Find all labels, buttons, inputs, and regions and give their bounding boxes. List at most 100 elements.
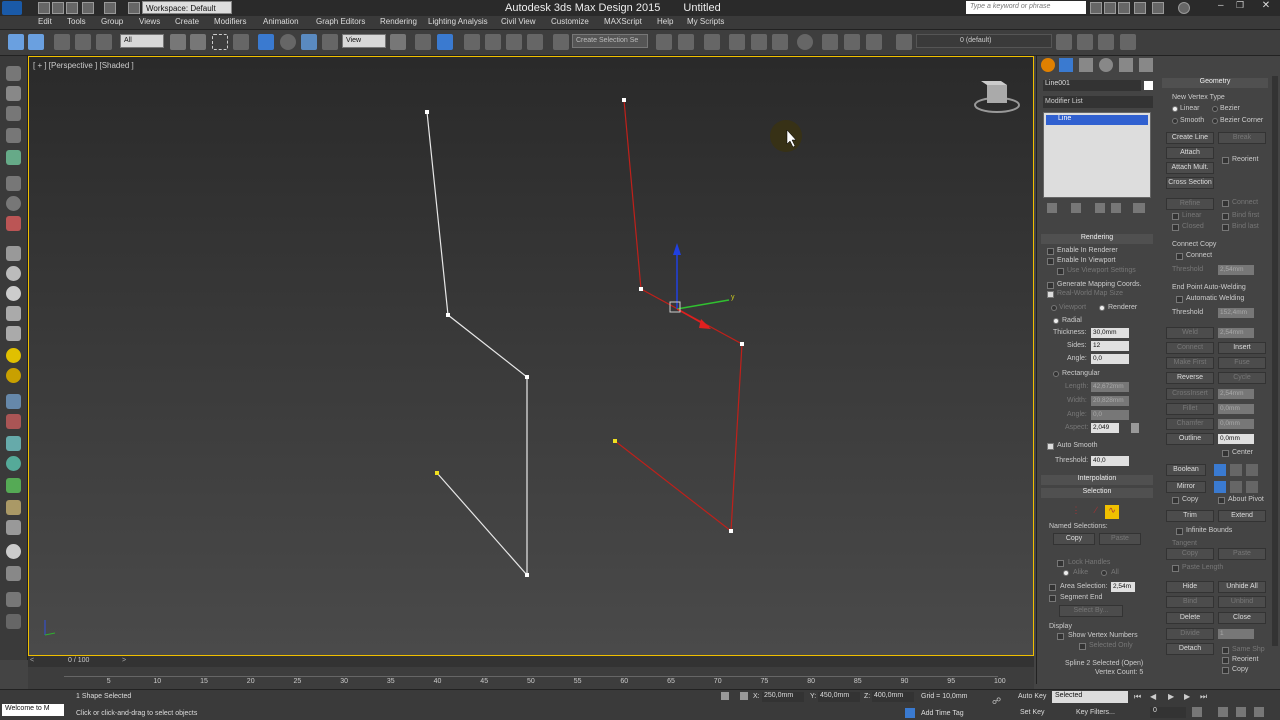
- reference-coordinate-dropdown[interactable]: View: [342, 34, 386, 48]
- percent-snap-icon[interactable]: [506, 34, 522, 50]
- make-unique-icon[interactable]: [1095, 203, 1105, 213]
- boolean-union-icon[interactable]: [1214, 464, 1226, 476]
- grid-icon[interactable]: [6, 128, 21, 143]
- show-vertex-numbers-checkbox[interactable]: [1057, 633, 1064, 640]
- enable-in-viewport-checkbox[interactable]: [1047, 258, 1054, 265]
- app-logo-icon[interactable]: [2, 1, 22, 15]
- drag-handle-icon[interactable]: [6, 614, 21, 629]
- bezier-corner-radio[interactable]: [1212, 118, 1218, 124]
- mirror-both-icon[interactable]: [1246, 481, 1258, 493]
- utilities-tab-icon[interactable]: [1139, 58, 1153, 72]
- auto-key-button[interactable]: Auto Key: [1018, 693, 1046, 700]
- rectangle-selection-icon[interactable]: [212, 34, 228, 50]
- pivot-center-icon[interactable]: [390, 34, 406, 50]
- vertex-first-point[interactable]: [435, 471, 439, 475]
- select-object-icon[interactable]: [170, 34, 186, 50]
- spline-red[interactable]: [614, 99, 743, 533]
- chamfer-button[interactable]: Chamfer: [1166, 418, 1214, 430]
- selected-only-checkbox[interactable]: [1079, 643, 1086, 650]
- auto-smooth-checkbox[interactable]: [1047, 443, 1054, 450]
- bind-button[interactable]: Bind: [1166, 596, 1214, 608]
- gizmo-z-arrow[interactable]: [673, 243, 681, 255]
- box-icon[interactable]: [6, 86, 21, 101]
- extend-button[interactable]: Extend: [1218, 510, 1266, 522]
- key-filters-button[interactable]: Key Filters...: [1076, 709, 1115, 716]
- create-tab-icon[interactable]: [1041, 58, 1055, 72]
- menu-my-scripts[interactable]: My Scripts: [687, 17, 724, 26]
- create-layer-icon[interactable]: [1056, 34, 1072, 50]
- select-manipulate-icon[interactable]: [415, 34, 431, 50]
- selection-rollout-header[interactable]: Selection: [1041, 488, 1153, 498]
- add-to-layer-icon[interactable]: [1077, 34, 1093, 50]
- select-in-layer-icon[interactable]: [1098, 34, 1114, 50]
- detach-reorient-checkbox[interactable]: [1222, 657, 1229, 664]
- center-checkbox[interactable]: [1222, 450, 1229, 457]
- outline-button[interactable]: Outline: [1166, 433, 1214, 445]
- brush-icon[interactable]: [6, 414, 21, 429]
- segment-end-checkbox[interactable]: [1049, 595, 1056, 602]
- trim-button[interactable]: Trim: [1166, 510, 1214, 522]
- exchange-icon[interactable]: [1152, 2, 1164, 14]
- goto-end-icon[interactable]: ⏭: [1200, 692, 1210, 702]
- reverse-button[interactable]: Reverse: [1166, 372, 1214, 384]
- select-rotate-icon[interactable]: [280, 34, 296, 50]
- object-icon[interactable]: [6, 246, 21, 261]
- link-icon[interactable]: [54, 34, 70, 50]
- attach-button[interactable]: Attach: [1166, 147, 1214, 159]
- zoom-icon[interactable]: [1218, 707, 1228, 717]
- teapot-icon[interactable]: [6, 150, 21, 165]
- crossinsert-spinner[interactable]: 2,54mm: [1218, 389, 1254, 399]
- window-crossing-icon[interactable]: [233, 34, 249, 50]
- help-icon[interactable]: [1178, 2, 1190, 14]
- rectangular-radio[interactable]: [1053, 371, 1059, 377]
- save-icon[interactable]: [66, 2, 78, 14]
- pan-icon[interactable]: [1236, 707, 1246, 717]
- render-setup-icon[interactable]: [822, 34, 838, 50]
- star-icon[interactable]: [1118, 2, 1130, 14]
- bottom-tool-icon[interactable]: [6, 592, 21, 607]
- make-first-button[interactable]: Make First: [1166, 357, 1214, 369]
- sun-light-icon[interactable]: [6, 348, 21, 363]
- next-frame-icon[interactable]: ▶: [1184, 692, 1194, 702]
- sculpt-icon[interactable]: [6, 520, 21, 535]
- mirror-vertical-icon[interactable]: [1230, 481, 1242, 493]
- workspace-dropdown[interactable]: Workspace: Default: [142, 1, 232, 14]
- menu-lighting-analysis[interactable]: Lighting Analysis: [428, 17, 488, 26]
- divide-spinner[interactable]: 1: [1218, 629, 1254, 639]
- toggle-ribbon-icon[interactable]: [729, 34, 745, 50]
- rendering-rollout-header[interactable]: Rendering: [1041, 234, 1153, 244]
- area-selection-spinner[interactable]: 2,54m: [1111, 582, 1135, 592]
- spline-mode-icon[interactable]: ∿: [1105, 505, 1119, 519]
- search-icon[interactable]: [1090, 2, 1102, 14]
- alike-radio[interactable]: [1063, 570, 1069, 576]
- same-shp-checkbox[interactable]: [1222, 647, 1229, 654]
- boolean-subtract-icon[interactable]: [1230, 464, 1242, 476]
- snaps-toggle-icon[interactable]: [464, 34, 480, 50]
- rotate-icon[interactable]: [6, 196, 21, 211]
- unlink-icon[interactable]: [75, 34, 91, 50]
- schematic-view-icon[interactable]: [772, 34, 788, 50]
- orbit-icon[interactable]: [1254, 707, 1264, 717]
- maximize-button[interactable]: ❐: [1236, 0, 1250, 14]
- unhide-all-button[interactable]: Unhide All: [1218, 581, 1266, 593]
- automatic-welding-checkbox[interactable]: [1176, 296, 1183, 303]
- tangent-paste-button[interactable]: Paste: [1218, 548, 1266, 560]
- segment-mode-icon[interactable]: ∕: [1089, 505, 1103, 519]
- redo-icon[interactable]: [28, 34, 44, 50]
- break-button[interactable]: Break: [1218, 132, 1266, 144]
- cross-section-button[interactable]: Cross Section: [1166, 177, 1214, 189]
- menu-maxscript[interactable]: MAXScript: [604, 17, 642, 26]
- divide-button[interactable]: Divide: [1166, 628, 1214, 640]
- globe-icon[interactable]: [6, 456, 21, 471]
- viewport-radio[interactable]: [1051, 305, 1057, 311]
- vertex-point[interactable]: [525, 573, 529, 577]
- vertex-first-point[interactable]: [613, 439, 617, 443]
- table-icon[interactable]: [6, 566, 21, 581]
- detach-button[interactable]: Detach: [1166, 643, 1214, 655]
- goto-start-icon[interactable]: ⏮: [1134, 692, 1144, 702]
- refine-button[interactable]: Refine: [1166, 198, 1214, 210]
- radial-radio[interactable]: [1053, 318, 1059, 324]
- time-slider-prev[interactable]: <: [30, 657, 34, 664]
- linear2-checkbox[interactable]: [1172, 213, 1179, 220]
- bind-last-checkbox[interactable]: [1222, 224, 1229, 231]
